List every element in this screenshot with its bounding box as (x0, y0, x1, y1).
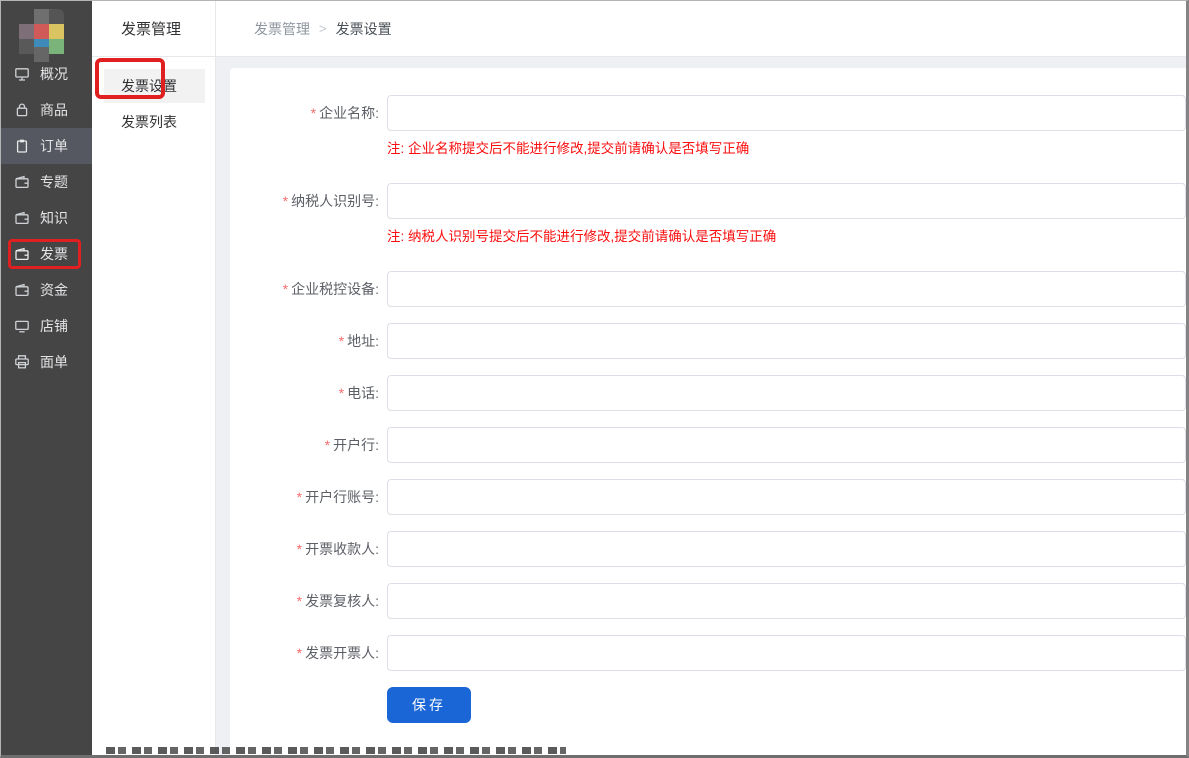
field-label: *发票开票人: (230, 635, 387, 671)
required-asterisk: * (297, 593, 302, 609)
required-asterisk: * (297, 645, 302, 661)
save-button[interactable]: 保存 (387, 687, 471, 723)
required-asterisk: * (283, 193, 288, 209)
sidebar-item-label: 知识 (40, 208, 68, 228)
logo-tile (34, 24, 49, 39)
sidebar-item-orders[interactable]: 订单 (1, 128, 92, 164)
printer-icon (14, 354, 30, 370)
field-label: *开户行: (230, 427, 387, 463)
form-row-drawer: *发票开票人: (230, 635, 1186, 671)
content-background: *企业名称: 注: 企业名称提交后不能进行修改,提交前请确认是否填写正确 *纳税… (216, 57, 1186, 755)
sidebar-item-topics[interactable]: 专题 (1, 164, 92, 200)
sidebar-item-products[interactable]: 商品 (1, 92, 92, 128)
form-row-company-name: *企业名称: 注: 企业名称提交后不能进行修改,提交前请确认是否填写正确 (230, 95, 1186, 167)
tax-device-input[interactable] (387, 271, 1186, 307)
breadcrumb: 发票管理 > 发票设置 (216, 1, 1186, 57)
wallet-icon (14, 282, 30, 298)
app-window: 概况 商品 订单 专题 知识 (0, 0, 1189, 758)
sidebar-item-label: 资金 (40, 280, 68, 300)
sidebar-item-invoice[interactable]: 发票 (1, 236, 92, 272)
wallet-icon (14, 246, 30, 262)
main-area: 发票管理 > 发票设置 *企业名称: 注: 企业名称提交后不能进行修改,提交前请… (216, 1, 1186, 755)
required-asterisk: * (297, 541, 302, 557)
sidebar-item-label: 订单 (40, 136, 68, 156)
form-row-taxpayer-id: *纳税人识别号: 注: 纳税人识别号提交后不能进行修改,提交前请确认是否填写正确 (230, 183, 1186, 255)
logo-tile (19, 39, 34, 54)
required-asterisk: * (339, 385, 344, 401)
invoice-settings-form-card: *企业名称: 注: 企业名称提交后不能进行修改,提交前请确认是否填写正确 *纳税… (230, 68, 1186, 755)
field-label: *电话: (230, 375, 387, 411)
clipboard-icon (14, 138, 30, 154)
logo-tile (49, 39, 64, 54)
sidebar-item-waybill[interactable]: 面单 (1, 344, 92, 380)
breadcrumb-separator: > (319, 21, 327, 36)
form-row-phone: *电话: (230, 375, 1186, 411)
field-note: 注: 纳税人识别号提交后不能进行修改,提交前请确认是否填写正确 (387, 225, 1186, 245)
company-name-input[interactable] (387, 95, 1186, 131)
logo-tile (34, 9, 49, 24)
logo-tile (49, 9, 64, 24)
invoice-submenu-panel: 发票管理 发票设置 发票列表 (92, 1, 216, 755)
form-row-bank-account: *开户行账号: (230, 479, 1186, 515)
taxpayer-id-input[interactable] (387, 183, 1186, 219)
logo-tile (49, 24, 64, 39)
field-note: 注: 企业名称提交后不能进行修改,提交前请确认是否填写正确 (387, 137, 1186, 157)
breadcrumb-item-invoice-management[interactable]: 发票管理 (254, 19, 310, 39)
field-label: *企业税控设备: (230, 271, 387, 307)
required-asterisk: * (283, 281, 288, 297)
logo-tile (34, 47, 49, 62)
sidebar-item-shop[interactable]: 店铺 (1, 308, 92, 344)
bank-name-input[interactable] (387, 427, 1186, 463)
clipped-bottom-text (106, 747, 566, 754)
required-asterisk: * (311, 105, 316, 121)
field-label: *发票复核人: (230, 583, 387, 619)
sidebar-item-label: 面单 (40, 352, 68, 372)
field-label: *地址: (230, 323, 387, 359)
shop-icon (14, 318, 30, 334)
app-logo-mosaic (1, 1, 92, 56)
logo-tile (19, 24, 34, 39)
required-asterisk: * (339, 333, 344, 349)
submenu-item-invoice-list[interactable]: 发票列表 (104, 105, 205, 139)
field-label: *企业名称: (230, 95, 387, 167)
address-input[interactable] (387, 323, 1186, 359)
form-row-reviewer: *发票复核人: (230, 583, 1186, 619)
primary-sidebar: 概况 商品 订单 专题 知识 (1, 1, 92, 755)
field-label: *开票收款人: (230, 531, 387, 567)
submenu-title: 发票管理 (92, 1, 215, 57)
submenu-item-invoice-settings[interactable]: 发票设置 (104, 69, 205, 103)
wallet-icon (14, 210, 30, 226)
sidebar-item-label: 专题 (40, 172, 68, 192)
bag-icon (14, 102, 30, 118)
field-label: *开户行账号: (230, 479, 387, 515)
required-asterisk: * (325, 437, 330, 453)
sidebar-item-funds[interactable]: 资金 (1, 272, 92, 308)
sidebar-item-label: 店铺 (40, 316, 68, 336)
field-label: *纳税人识别号: (230, 183, 387, 255)
drawer-input[interactable] (387, 635, 1186, 671)
required-asterisk: * (297, 489, 302, 505)
form-row-payee: *开票收款人: (230, 531, 1186, 567)
reviewer-input[interactable] (387, 583, 1186, 619)
form-row-bank-name: *开户行: (230, 427, 1186, 463)
sidebar-item-label: 概况 (40, 64, 68, 84)
monitor-icon (14, 66, 30, 82)
form-row-address: *地址: (230, 323, 1186, 359)
sidebar-item-label: 商品 (40, 100, 68, 120)
bank-account-input[interactable] (387, 479, 1186, 515)
sidebar-item-label: 发票 (40, 244, 68, 264)
phone-input[interactable] (387, 375, 1186, 411)
payee-input[interactable] (387, 531, 1186, 567)
wallet-icon (14, 174, 30, 190)
sidebar-item-knowledge[interactable]: 知识 (1, 200, 92, 236)
form-row-tax-device: *企业税控设备: (230, 271, 1186, 307)
breadcrumb-item-invoice-settings: 发票设置 (336, 19, 392, 39)
